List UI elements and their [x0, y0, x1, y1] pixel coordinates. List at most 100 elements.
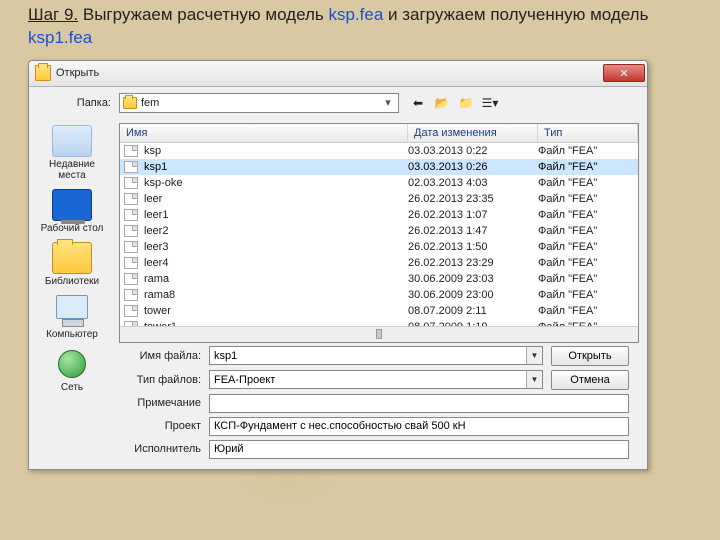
- places-bar: Недавние места Рабочий стол Библиотеки К…: [29, 119, 115, 469]
- chevron-down-icon[interactable]: ▼: [526, 371, 542, 388]
- executor-input[interactable]: [209, 440, 629, 459]
- file-date: 26.02.2013 1:47: [408, 225, 538, 237]
- file-name: ksp1: [142, 161, 408, 173]
- file-icon: [124, 193, 138, 205]
- open-dialog: Открыть ✕ Папка: fem ▾ ⬅ 📂 📁 ☰▾ Недавние…: [28, 60, 648, 470]
- file-type: Файл "FEA": [538, 273, 638, 285]
- file-listview: Имя Дата изменения Тип ksp03.03.2013 0:2…: [119, 123, 639, 343]
- file-type: Файл "FEA": [538, 161, 638, 173]
- file-row[interactable]: leer326.02.2013 1:50Файл "FEA": [120, 239, 638, 255]
- newfolder-button[interactable]: 📁: [455, 93, 477, 113]
- place-recent[interactable]: Недавние места: [34, 123, 110, 183]
- filename-input[interactable]: ▼: [209, 346, 543, 365]
- file-row[interactable]: ksp03.03.2013 0:22Файл "FEA": [120, 143, 638, 159]
- file-type: Файл "FEA": [538, 209, 638, 221]
- folder-combo[interactable]: fem ▾: [119, 93, 399, 113]
- filename-label: Имя файла:: [129, 350, 201, 362]
- view-menu-button[interactable]: ☰▾: [479, 93, 501, 113]
- step-label: Шаг 9.: [28, 5, 78, 24]
- file-name: leer2: [142, 225, 408, 237]
- note-input[interactable]: [209, 394, 629, 413]
- col-name[interactable]: Имя: [120, 124, 408, 142]
- file-row[interactable]: leer26.02.2013 23:35Файл "FEA": [120, 191, 638, 207]
- file-icon: [124, 161, 138, 173]
- col-date[interactable]: Дата изменения: [408, 124, 538, 142]
- titlebar: Открыть ✕: [29, 61, 647, 87]
- instruction-text: Шаг 9. Выгружаем расчетную модель ksp.fe…: [28, 4, 692, 50]
- file-icon: [124, 241, 138, 253]
- folder-icon: [123, 97, 137, 109]
- filename-field[interactable]: [210, 347, 526, 364]
- file-row[interactable]: rama830.06.2009 23:00Файл "FEA": [120, 287, 638, 303]
- h-scrollbar[interactable]: [120, 326, 638, 342]
- place-computer[interactable]: Компьютер: [34, 293, 110, 342]
- place-libraries[interactable]: Библиотеки: [34, 240, 110, 289]
- file-row[interactable]: rama30.06.2009 23:03Файл "FEA": [120, 271, 638, 287]
- chevron-down-icon[interactable]: ▾: [381, 96, 395, 109]
- file-row[interactable]: leer226.02.2013 1:47Файл "FEA": [120, 223, 638, 239]
- file-date: 26.02.2013 1:07: [408, 209, 538, 221]
- scroll-thumb[interactable]: [376, 329, 382, 339]
- file-type: Файл "FEA": [538, 305, 638, 317]
- file-type: Файл "FEA": [538, 193, 638, 205]
- file-date: 03.03.2013 0:22: [408, 145, 538, 157]
- file-date: 30.06.2009 23:00: [408, 289, 538, 301]
- file-icon: [124, 145, 138, 157]
- file-icon: [124, 257, 138, 269]
- file-name: rama: [142, 273, 408, 285]
- file-name: leer1: [142, 209, 408, 221]
- filetype-label: Тип файлов:: [129, 374, 201, 386]
- place-network[interactable]: Сеть: [34, 346, 110, 395]
- project-label: Проект: [129, 420, 201, 432]
- file-name: leer4: [142, 257, 408, 269]
- note-label: Примечание: [129, 397, 201, 409]
- file-icon: [124, 321, 138, 326]
- listview-header: Имя Дата изменения Тип: [120, 124, 638, 143]
- cancel-button[interactable]: Отмена: [551, 370, 629, 390]
- back-button[interactable]: ⬅: [407, 93, 429, 113]
- dialog-title: Открыть: [56, 67, 603, 79]
- network-icon: [52, 348, 92, 380]
- file-date: 08.07.2009 2:11: [408, 305, 538, 317]
- file-row[interactable]: tower08.07.2009 2:11Файл "FEA": [120, 303, 638, 319]
- file-date: 03.03.2013 0:26: [408, 161, 538, 173]
- executor-label: Исполнитель: [129, 443, 201, 455]
- computer-icon: [52, 295, 92, 327]
- filetype-combo[interactable]: ▼: [209, 370, 543, 389]
- project-input[interactable]: [209, 417, 629, 436]
- file-icon: [124, 177, 138, 189]
- file-name: rama8: [142, 289, 408, 301]
- folder-label: Папка:: [39, 97, 111, 109]
- close-button[interactable]: ✕: [603, 64, 645, 82]
- file-row[interactable]: ksp103.03.2013 0:26Файл "FEA": [120, 159, 638, 175]
- file-row[interactable]: leer126.02.2013 1:07Файл "FEA": [120, 207, 638, 223]
- file-name: ksp-oke: [142, 177, 408, 189]
- file-type: Файл "FEA": [538, 241, 638, 253]
- file-icon: [124, 273, 138, 285]
- file-type: Файл "FEA": [538, 145, 638, 157]
- file-type: Файл "FEA": [538, 225, 638, 237]
- chevron-down-icon[interactable]: ▼: [526, 347, 542, 364]
- file2: ksp1.fea: [28, 28, 92, 47]
- up-button[interactable]: 📂: [431, 93, 453, 113]
- file-date: 26.02.2013 23:35: [408, 193, 538, 205]
- file-row[interactable]: leer426.02.2013 23:29Файл "FEA": [120, 255, 638, 271]
- file-row[interactable]: ksp-oke02.03.2013 4:03Файл "FEA": [120, 175, 638, 191]
- file-icon: [124, 289, 138, 301]
- file-type: Файл "FEA": [538, 289, 638, 301]
- libraries-icon: [52, 242, 92, 274]
- filetype-field[interactable]: [210, 371, 526, 388]
- file-row[interactable]: tower108.07.2009 1:19Файл "FEA": [120, 319, 638, 326]
- col-type[interactable]: Тип: [538, 124, 638, 142]
- desktop-icon: [52, 189, 92, 221]
- place-desktop[interactable]: Рабочий стол: [34, 187, 110, 236]
- recent-icon: [52, 125, 92, 157]
- file-type: Файл "FEA": [538, 257, 638, 269]
- file-icon: [124, 209, 138, 221]
- file-type: Файл "FEA": [538, 177, 638, 189]
- file-date: 30.06.2009 23:03: [408, 273, 538, 285]
- file-icon: [124, 225, 138, 237]
- open-button[interactable]: Открыть: [551, 346, 629, 366]
- file-date: 26.02.2013 1:50: [408, 241, 538, 253]
- file-name: leer3: [142, 241, 408, 253]
